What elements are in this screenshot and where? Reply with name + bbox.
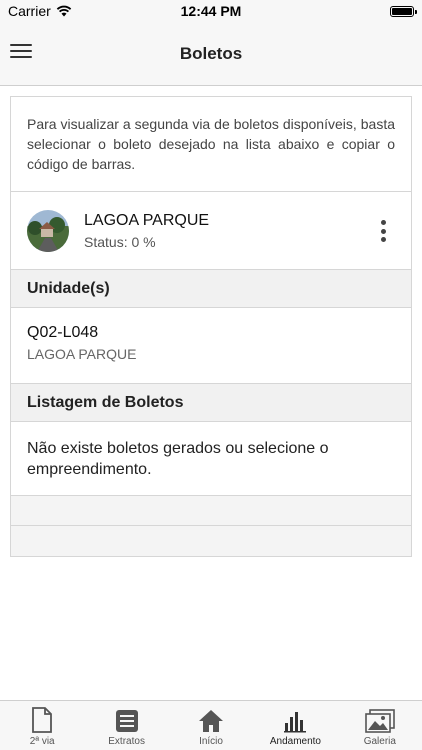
tab-label: Início <box>199 736 223 747</box>
tab-inicio[interactable]: Início <box>169 701 253 750</box>
tab-2a-via[interactable]: 2ª via <box>0 701 84 750</box>
project-row[interactable]: LAGOA PARQUE Status: 0 % <box>11 192 411 270</box>
unit-project: LAGOA PARQUE <box>27 346 137 362</box>
hamburger-menu-icon[interactable] <box>10 42 32 60</box>
status-bar: Carrier 12:44 PM <box>0 0 422 22</box>
units-header: Unidade(s) <box>11 270 411 308</box>
tab-bar: 2ª via Extratos Início Andamento Galeria <box>0 700 422 750</box>
list-icon <box>115 710 138 732</box>
more-options-icon[interactable] <box>381 220 387 242</box>
document-icon <box>32 707 53 733</box>
boletos-header: Listagem de Boletos <box>11 384 411 422</box>
tab-galeria[interactable]: Galeria <box>338 701 422 750</box>
unit-list-item[interactable]: Q02-L048 LAGOA PARQUE <box>11 308 411 384</box>
project-status: Status: 0 % <box>84 233 156 250</box>
clock: 12:44 PM <box>180 3 242 19</box>
blank-row <box>11 496 411 526</box>
gallery-icon <box>365 709 395 733</box>
project-avatar <box>27 209 69 252</box>
empty-message: Não existe boletos gerados ou selecione … <box>11 422 411 496</box>
battery-icon <box>390 5 417 17</box>
tab-label: Extratos <box>108 736 145 747</box>
bar-chart-icon <box>284 712 307 733</box>
blank-row <box>11 526 411 556</box>
unit-code: Q02-L048 <box>27 324 99 341</box>
project-name: LAGOA PARQUE <box>84 211 210 229</box>
tab-andamento[interactable]: Andamento <box>253 701 337 750</box>
tab-extratos[interactable]: Extratos <box>84 701 168 750</box>
navigation-bar: Boletos <box>0 22 422 86</box>
page-title: Boletos <box>179 43 243 63</box>
tab-label: Galeria <box>363 736 396 747</box>
boletos-panel: Para visualizar a segunda via de boletos… <box>10 96 412 557</box>
project-info: LAGOA PARQUE Status: 0 % <box>84 212 209 250</box>
tab-label: Andamento <box>269 736 321 747</box>
home-icon <box>199 710 224 732</box>
intro-text: Para visualizar a segunda via de boletos… <box>11 97 411 192</box>
tab-label: 2ª via <box>29 736 55 747</box>
